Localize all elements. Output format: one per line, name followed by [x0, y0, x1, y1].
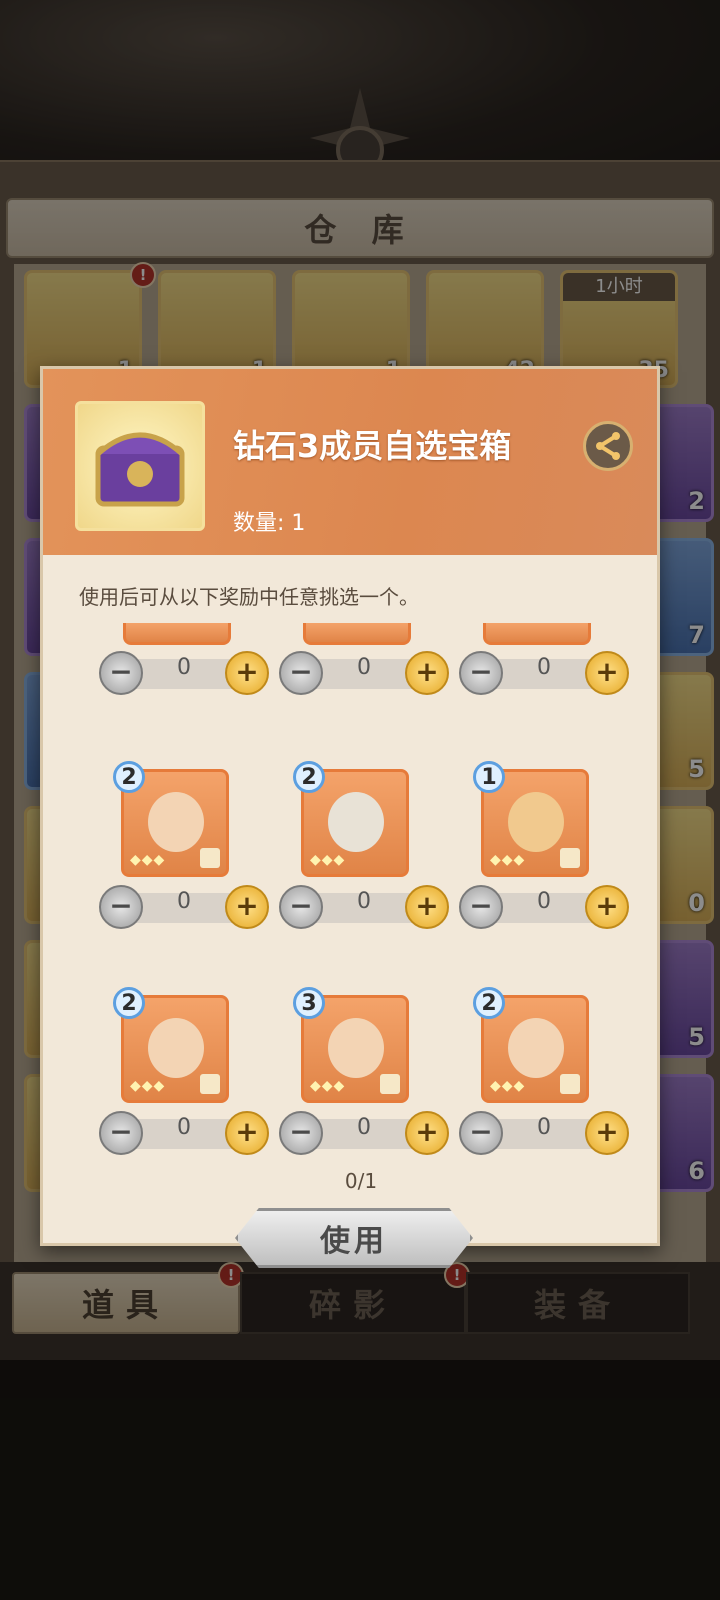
stepper-value: 0 [177, 889, 191, 914]
decrease-button[interactable]: − [99, 651, 143, 695]
share-icon [596, 432, 620, 460]
increase-button[interactable]: + [405, 885, 449, 929]
quantity-stepper: − 0 + [99, 885, 269, 931]
quantity-stepper: − 0 + [459, 1111, 629, 1157]
hero-rank-badge: 3 [293, 987, 325, 1019]
quantity-stepper: − 0 + [459, 651, 629, 697]
stepper-value: 0 [537, 1115, 551, 1140]
item-name: 钻石3成员自选宝箱 [233, 427, 512, 465]
stepper-value: 0 [537, 655, 551, 680]
decrease-button[interactable]: − [459, 885, 503, 929]
reward-portrait-partial [123, 623, 231, 645]
increase-button[interactable]: + [585, 885, 629, 929]
quantity-stepper: − 0 + [99, 651, 269, 697]
decrease-button[interactable]: − [459, 651, 503, 695]
selection-counter: 0/1 [344, 1169, 378, 1193]
chest-selection-dialog: 钻石3成员自选宝箱 数量: 1 使用后可从以下奖励中任意挑选一个。 − 0 + … [40, 366, 660, 1246]
decrease-button[interactable]: − [279, 885, 323, 929]
increase-button[interactable]: + [405, 1111, 449, 1155]
reward-portrait-partial [483, 623, 591, 645]
share-button[interactable] [583, 421, 633, 471]
hero-rank-badge: 2 [293, 761, 325, 793]
item-quantity: 数量: 1 [233, 511, 306, 536]
quantity-stepper: − 0 + [99, 1111, 269, 1157]
hero-rank-badge: 2 [113, 987, 145, 1019]
quantity-stepper: − 0 + [459, 885, 629, 931]
increase-button[interactable]: + [585, 1111, 629, 1155]
purple-chest-icon [75, 401, 205, 531]
quantity-stepper: − 0 + [279, 651, 449, 697]
stepper-value: 0 [357, 655, 371, 680]
stepper-value: 0 [177, 655, 191, 680]
increase-button[interactable]: + [585, 651, 629, 695]
hero-rank-badge: 1 [473, 761, 505, 793]
decrease-button[interactable]: − [279, 1111, 323, 1155]
decrease-button[interactable]: − [99, 885, 143, 929]
stepper-value: 0 [357, 1115, 371, 1140]
increase-button[interactable]: + [225, 885, 269, 929]
increase-button[interactable]: + [225, 651, 269, 695]
dialog-header: 钻石3成员自选宝箱 数量: 1 [43, 369, 657, 555]
stepper-value: 0 [357, 889, 371, 914]
quantity-stepper: − 0 + [279, 1111, 449, 1157]
stepper-value: 0 [177, 1115, 191, 1140]
hero-rank-badge: 2 [473, 987, 505, 1019]
quantity-stepper: − 0 + [279, 885, 449, 931]
decrease-button[interactable]: − [459, 1111, 503, 1155]
use-button[interactable]: 使用 [235, 1208, 473, 1268]
decrease-button[interactable]: − [279, 651, 323, 695]
decrease-button[interactable]: − [99, 1111, 143, 1155]
reward-portrait-partial [303, 623, 411, 645]
dialog-description: 使用后可从以下奖励中任意挑选一个。 [79, 585, 419, 609]
stepper-value: 0 [537, 889, 551, 914]
increase-button[interactable]: + [225, 1111, 269, 1155]
increase-button[interactable]: + [405, 651, 449, 695]
hero-rank-badge: 2 [113, 761, 145, 793]
